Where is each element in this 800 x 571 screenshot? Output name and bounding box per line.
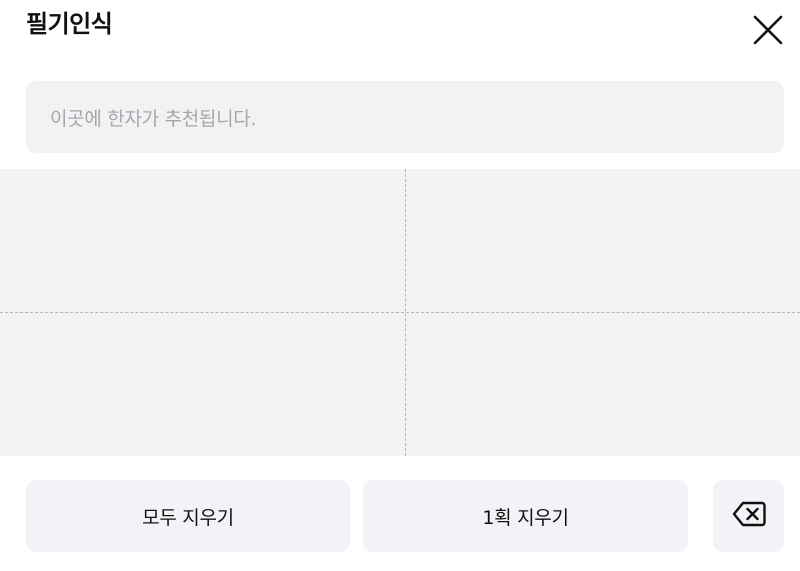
horizontal-guide-line: [0, 312, 800, 313]
backspace-icon: [732, 501, 766, 532]
clear-all-button[interactable]: 모두 지우기: [26, 480, 350, 552]
close-button[interactable]: [748, 12, 788, 52]
backspace-button[interactable]: [713, 480, 784, 552]
handwriting-canvas[interactable]: [0, 169, 800, 456]
close-icon: [752, 14, 784, 50]
hanja-suggestion-bar: 이곳에 한자가 추천됩니다.: [26, 81, 784, 153]
undo-stroke-button[interactable]: 1획 지우기: [363, 480, 688, 552]
suggestion-placeholder: 이곳에 한자가 추천됩니다.: [50, 107, 257, 130]
page-title: 필기인식: [26, 10, 113, 38]
